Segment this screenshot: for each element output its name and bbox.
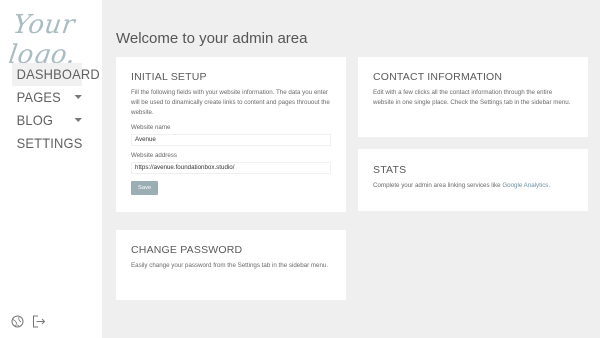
initial-setup-card: INITIAL SETUP Fill the following fields … [116,57,346,212]
save-button[interactable]: Save [131,181,159,195]
sidebar-item-dashboard[interactable]: DASHBOARD [12,63,100,86]
globe-icon[interactable] [11,315,24,328]
stats-text-end: . [548,182,551,189]
google-analytics-link[interactable]: Google Analytics [502,182,548,189]
change-password-card: CHANGE PASSWORD Easily change your passw… [116,230,346,300]
website-address-input[interactable]: https://avenue.foundationbox.studio/ [131,162,331,174]
card-title: CONTACT INFORMATION [373,71,503,83]
card-title: INITIAL SETUP [131,71,207,83]
logo[interactable]: Your logo. [7,10,106,70]
chevron-down-icon[interactable] [74,118,82,122]
sidebar-item-label: PAGES [16,89,61,105]
sidebar-item-label: DASHBOARD [16,66,100,82]
sidebar-nav: DASHBOARD PAGES BLOG SETTINGS [12,63,100,155]
sidebar-item-label: BLOG [16,112,54,128]
website-address-label: Website address [131,152,177,159]
card-description: Edit with a few clicks all the contact i… [373,89,571,106]
sidebar-item-label: SETTINGS [16,135,83,151]
sidebar: Your logo. DASHBOARD PAGES BLOG SETTINGS [0,0,102,338]
contact-information-card: CONTACT INFORMATION Edit with a few clic… [358,57,588,137]
card-title: CHANGE PASSWORD [131,244,243,256]
logout-icon[interactable] [32,315,46,328]
stats-card: STATS Complete your admin area linking s… [358,149,588,211]
sidebar-item-pages[interactable]: PAGES [12,86,82,109]
card-description: Fill the following fields with your webs… [131,89,330,116]
chevron-down-icon[interactable] [74,95,82,99]
stats-text: Complete your admin area linking service… [373,182,503,189]
card-title: STATS [373,164,407,176]
page-title: Welcome to your admin area [116,30,308,47]
website-name-input[interactable]: Avenue [131,134,331,146]
sidebar-item-settings[interactable]: SETTINGS [12,132,83,155]
sidebar-footer [11,315,46,328]
website-name-label: Website name [131,124,171,131]
card-description: Easily change your password from the Set… [131,262,329,269]
sidebar-item-blog[interactable]: BLOG [12,109,82,132]
card-description: Complete your admin area linking service… [373,181,573,191]
